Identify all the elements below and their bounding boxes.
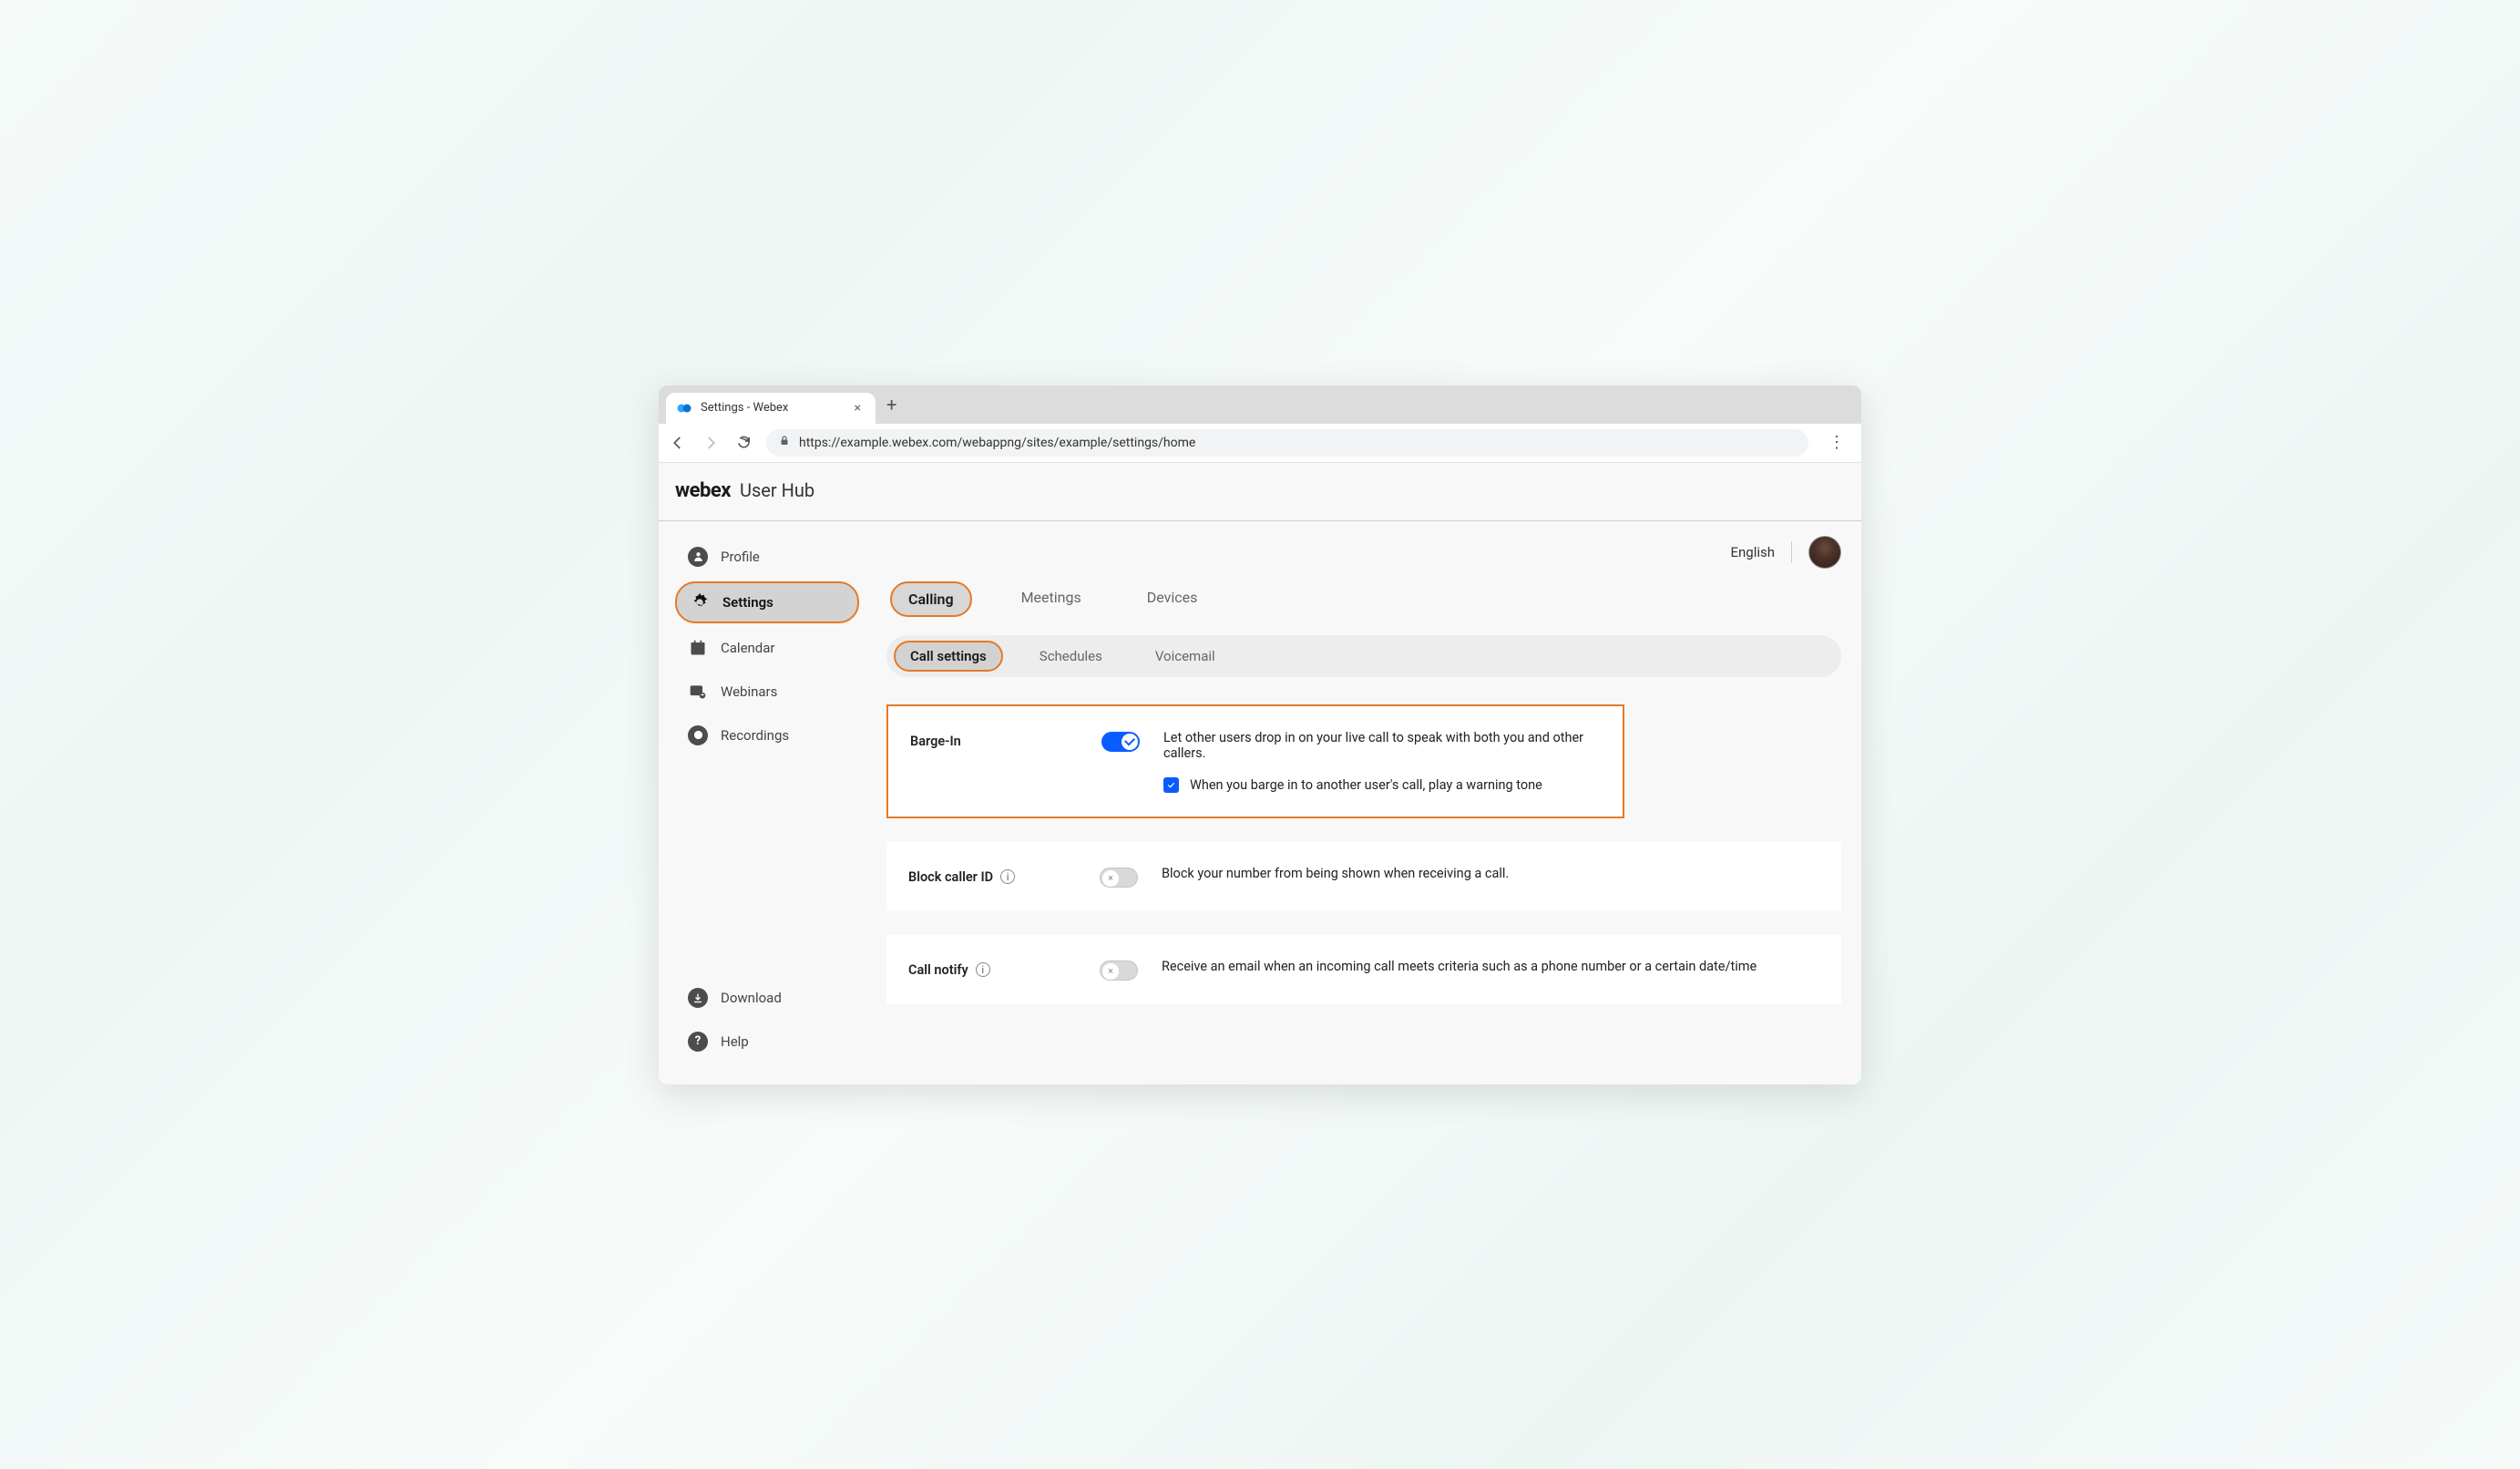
recordings-icon — [688, 725, 708, 745]
subtab-voicemail[interactable]: Voicemail — [1139, 641, 1232, 672]
block-caller-id-toggle[interactable] — [1100, 868, 1138, 888]
new-tab-button[interactable]: + — [876, 392, 907, 417]
sidebar-item-label: Recordings — [721, 727, 789, 744]
tab-devices[interactable]: Devices — [1131, 581, 1214, 617]
url-field[interactable]: https://example.webex.com/webappng/sites… — [766, 429, 1808, 457]
card-block-caller-id: Block caller ID i Block your number from… — [886, 842, 1841, 911]
help-icon: ? — [688, 1032, 708, 1052]
sidebar: Profile Settings Calendar — [659, 521, 868, 1084]
brand-subtitle: User Hub — [740, 479, 814, 501]
call-notify-description: Receive an email when an incoming call m… — [1162, 959, 1819, 974]
content-area: English Calling Meetings Devices — [868, 521, 1861, 1084]
tab-title: Settings - Webex — [701, 401, 842, 415]
card-barge-in: Barge-In Let other users drop in on your… — [886, 704, 1624, 818]
tab-calling[interactable]: Calling — [890, 581, 972, 617]
sidebar-item-recordings[interactable]: Recordings — [675, 716, 859, 755]
page-content: webex User Hub Profile — [659, 463, 1861, 1084]
sidebar-item-help[interactable]: ? Help — [675, 1022, 859, 1061]
block-caller-id-label: Block caller ID — [908, 869, 993, 885]
browser-window: Settings - Webex × + https://example.web… — [659, 385, 1861, 1084]
address-bar: https://example.webex.com/webappng/sites… — [659, 424, 1861, 463]
profile-icon — [688, 547, 708, 567]
sidebar-item-label: Calendar — [721, 640, 775, 656]
back-button[interactable] — [668, 433, 688, 453]
sub-tabs: Call settings Schedules Voicemail — [886, 635, 1841, 677]
sidebar-item-profile[interactable]: Profile — [675, 538, 859, 576]
barge-in-warning-label: When you barge in to another user's call… — [1190, 777, 1542, 793]
sidebar-item-label: Download — [721, 990, 782, 1006]
sidebar-item-webinars[interactable]: Webinars — [675, 673, 859, 711]
main-tabs: Calling Meetings Devices — [886, 576, 1841, 635]
sidebar-item-settings[interactable]: Settings — [675, 581, 859, 623]
sidebar-item-calendar[interactable]: Calendar — [675, 629, 859, 667]
language-selector[interactable]: English — [1730, 544, 1775, 560]
browser-tab[interactable]: Settings - Webex × — [666, 393, 876, 424]
info-icon[interactable]: i — [1000, 869, 1015, 884]
webinars-icon — [688, 682, 708, 702]
tab-label: Meetings — [1021, 589, 1081, 606]
tab-label: Calling — [908, 591, 954, 608]
sidebar-item-label: Webinars — [721, 683, 777, 700]
close-tab-icon[interactable]: × — [851, 399, 865, 417]
download-icon — [688, 988, 708, 1008]
barge-in-warning-checkbox[interactable] — [1163, 777, 1179, 793]
topbar: English — [886, 536, 1841, 569]
sidebar-item-label: Settings — [722, 594, 773, 611]
sidebar-item-label: Profile — [721, 549, 760, 565]
calendar-icon — [688, 638, 708, 658]
sidebar-item-label: Help — [721, 1033, 749, 1050]
subtab-schedules[interactable]: Schedules — [1023, 641, 1119, 672]
brand-logo: webex — [675, 479, 731, 502]
browser-menu-icon[interactable]: ⋮ — [1821, 433, 1852, 452]
card-call-notify: Call notify i Receive an email when an i… — [886, 935, 1841, 1004]
barge-in-toggle[interactable] — [1101, 732, 1140, 752]
subtab-label: Voicemail — [1155, 648, 1215, 664]
tab-label: Devices — [1147, 589, 1198, 606]
tab-strip: Settings - Webex × + — [659, 385, 1861, 424]
sidebar-item-download[interactable]: Download — [675, 979, 859, 1017]
user-avatar[interactable] — [1808, 536, 1841, 569]
tab-meetings[interactable]: Meetings — [1005, 581, 1098, 617]
divider — [1791, 541, 1792, 563]
barge-in-label: Barge-In — [910, 730, 1083, 749]
info-icon[interactable]: i — [976, 962, 990, 977]
app-header: webex User Hub — [659, 463, 1861, 521]
lock-icon — [779, 435, 790, 450]
forward-button[interactable] — [701, 433, 721, 453]
call-notify-label: Call notify — [908, 962, 968, 978]
call-notify-toggle[interactable] — [1100, 960, 1138, 981]
subtab-label: Call settings — [910, 648, 987, 664]
url-text: https://example.webex.com/webappng/sites… — [799, 436, 1195, 450]
webex-favicon — [677, 401, 691, 416]
reload-button[interactable] — [733, 433, 753, 453]
barge-in-description: Let other users drop in on your live cal… — [1163, 730, 1601, 761]
gear-icon — [690, 592, 710, 612]
subtab-label: Schedules — [1040, 648, 1102, 664]
subtab-call-settings[interactable]: Call settings — [894, 641, 1003, 672]
block-caller-id-description: Block your number from being shown when … — [1162, 866, 1819, 881]
